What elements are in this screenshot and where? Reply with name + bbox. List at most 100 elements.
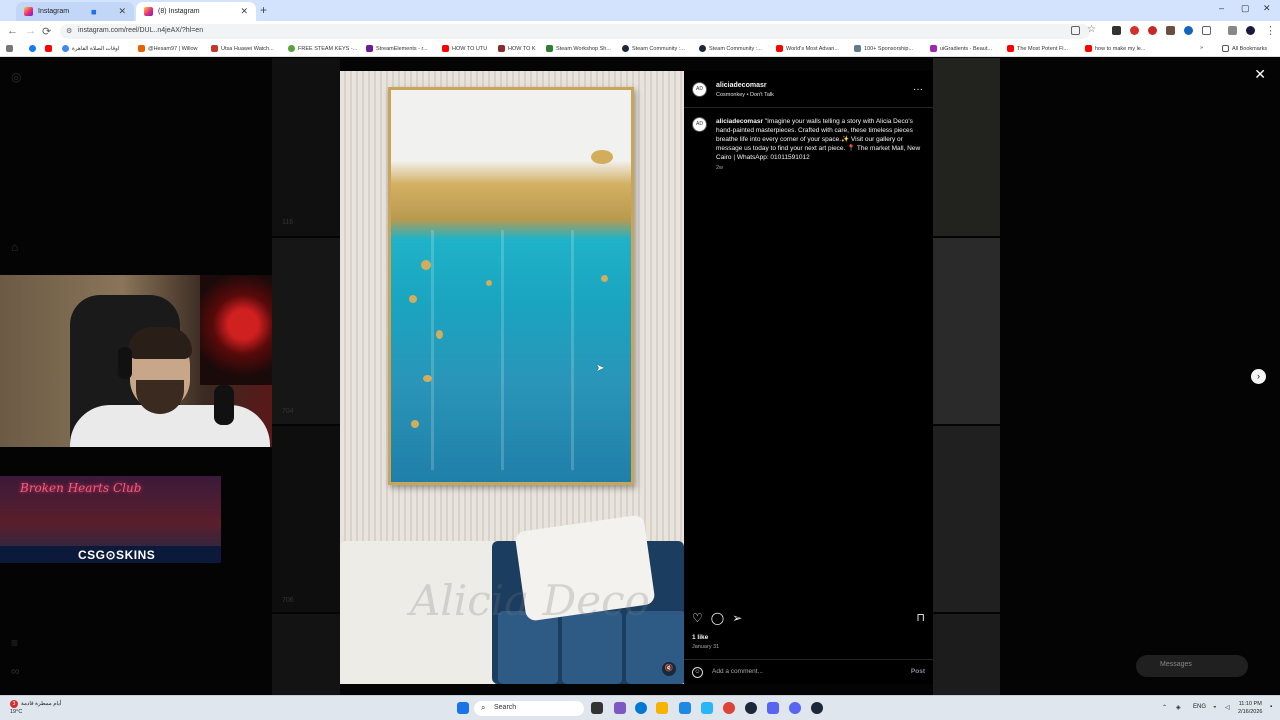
bookmark-favicon-icon [366, 45, 373, 52]
bookmark-youtube[interactable] [45, 45, 52, 52]
bookmark-label: Steam Workshop Sh... [556, 45, 611, 52]
bookmark-favicon-icon [930, 45, 937, 52]
menu-icon[interactable]: ⋮ [1265, 24, 1276, 37]
bookmark-item[interactable]: @Hesam97 | Willow [138, 45, 198, 52]
bookmark-item[interactable]: FREE STEAM KEYS -... [288, 45, 357, 52]
next-post-button[interactable]: › [1251, 369, 1266, 384]
browser-tab-bar: Instagram ◼ ✕ (8) Instagram ✕ + – ▢ ✕ [0, 0, 1280, 21]
tray-overflow-icon[interactable]: ⌃ [1162, 704, 1167, 711]
apps-icon[interactable] [6, 45, 13, 52]
bookmark-item[interactable]: Steam Workshop Sh... [546, 45, 611, 52]
bookmark-label: @Hesam97 | Willow [148, 45, 198, 52]
window-close-button[interactable]: ✕ [1263, 3, 1271, 14]
discord-icon[interactable] [789, 702, 801, 714]
weather-widget[interactable]: 3 أيام ممطرة قادمة 19°C [10, 700, 61, 716]
bookmark-item[interactable]: The Most Potent Fl... [1007, 45, 1068, 52]
bookmark-item[interactable]: how to make my le... [1085, 45, 1145, 52]
bookmark-item[interactable]: 100+ Sponsorship... [854, 45, 913, 52]
taskbar-search[interactable]: ⌕ Search [474, 701, 584, 716]
caption-username[interactable]: aliciadecomasr [716, 118, 763, 125]
profile-avatar[interactable] [1246, 26, 1255, 35]
reload-button[interactable]: ⟳ [42, 25, 51, 38]
steam-icon[interactable] [745, 702, 757, 714]
bookmark-item[interactable]: Utsa Huawei Watch... [211, 45, 274, 52]
taskbar-clock[interactable]: 11:10 PM 2/16/2026 [1238, 700, 1262, 716]
address-bar[interactable]: ⚙ instagram.com/reel/DUL..n4jeAX/?hl=en [60, 24, 1090, 39]
tab-search-icon[interactable] [1228, 26, 1237, 35]
bookmark-item[interactable]: Steam Community :... [622, 45, 685, 52]
task-view-icon[interactable] [591, 702, 603, 714]
extensions-puzzle-icon[interactable] [1202, 26, 1211, 35]
tab-close-icon[interactable]: ✕ [118, 6, 126, 17]
language-indicator[interactable]: ENG [1193, 704, 1206, 710]
extension-icon[interactable] [1184, 26, 1193, 35]
new-tab-button[interactable]: + [260, 3, 267, 17]
bookmark-item[interactable]: World's Most Advan... [776, 45, 839, 52]
all-bookmarks-button[interactable]: All Bookmarks [1222, 45, 1267, 52]
file-explorer-icon[interactable] [656, 702, 668, 714]
like-count[interactable]: 1 like [692, 634, 708, 641]
youtube-icon [776, 45, 783, 52]
bookmark-item[interactable]: StreamElements - r... [366, 45, 428, 52]
mute-icon[interactable]: 🔇 [662, 662, 676, 676]
site-info-icon[interactable]: ⚙ [66, 27, 72, 35]
bookmark-item[interactable]: HOW TO K [498, 45, 536, 52]
browser-tab-instagram[interactable]: Instagram ◼ ✕ [16, 2, 134, 21]
steam-icon [699, 45, 706, 52]
extension-icon[interactable] [1130, 26, 1139, 35]
browser-tab-instagram-active[interactable]: (8) Instagram ✕ [136, 2, 256, 21]
bookmark-item[interactable]: HOW TO UTU [442, 45, 487, 52]
bookmark-item[interactable]: اوقات الصلاة القاهرة [62, 45, 119, 52]
app-icon[interactable] [701, 702, 713, 714]
maximize-button[interactable]: ▢ [1241, 3, 1250, 14]
comment-input[interactable]: Add a comment... [712, 668, 763, 675]
browser-toolbar: ← → ⟳ ⚙ instagram.com/reel/DUL..n4jeAX/?… [0, 21, 1280, 42]
volume-icon[interactable]: ◁ [1225, 704, 1230, 711]
start-icon[interactable] [457, 702, 469, 714]
app-icon[interactable] [767, 702, 779, 714]
mouse-cursor-icon: ➤ [596, 363, 605, 374]
notification-icon[interactable]: ▪ [1270, 704, 1272, 710]
avatar[interactable]: AD [692, 82, 707, 97]
wifi-icon[interactable]: ◒ [1213, 704, 1217, 710]
forward-button[interactable]: → [25, 25, 36, 37]
network-icon[interactable]: ◈ [1176, 704, 1181, 711]
messages-button[interactable]: Messages [1136, 655, 1248, 677]
bookmark-label: Steam Community :... [709, 45, 762, 52]
bookmark-item[interactable]: Steam Community :... [699, 45, 762, 52]
bookmark-facebook[interactable] [29, 45, 36, 52]
store-icon[interactable] [679, 702, 691, 714]
back-button[interactable]: ← [7, 25, 18, 37]
close-icon[interactable]: ✕ [1254, 66, 1266, 83]
emoji-icon[interactable]: ☺ [692, 667, 703, 678]
youtube-icon [1085, 45, 1092, 52]
post-comment-button[interactable]: Post [911, 668, 925, 675]
weather-badge: 3 [10, 700, 18, 708]
weather-temp: 19°C [10, 709, 23, 715]
tab-close-icon[interactable]: ✕ [240, 6, 248, 17]
bookmark-icon[interactable]: ⊓ [916, 611, 925, 624]
bookmarks-overflow-icon[interactable]: » [1200, 45, 1203, 51]
heart-icon[interactable]: ♡ [692, 611, 703, 625]
reel-video[interactable]: Alicia Deco 🔇 ➤ [340, 71, 684, 684]
more-options-icon[interactable]: ··· [913, 84, 923, 95]
steam-icon[interactable] [811, 702, 823, 714]
tab-audio-icon[interactable]: ◼ [91, 8, 97, 16]
bookmark-favicon-icon [288, 45, 295, 52]
minimize-button[interactable]: – [1219, 3, 1224, 13]
app-icon[interactable] [614, 702, 626, 714]
edge-icon[interactable] [635, 702, 647, 714]
chrome-icon[interactable] [723, 702, 735, 714]
extension-icon[interactable] [1112, 26, 1121, 35]
install-icon[interactable] [1071, 26, 1080, 35]
star-icon[interactable]: ☆ [1087, 24, 1096, 35]
post-username[interactable]: aliciadecomasr [716, 82, 767, 89]
comment-icon[interactable]: ◯ [711, 611, 724, 625]
audio-label[interactable]: Cosmonkey • Don't Talk [716, 92, 774, 98]
bookmark-item[interactable]: uiGradients - Beaut... [930, 45, 992, 52]
avatar[interactable]: AD [692, 117, 707, 132]
extension-icon[interactable] [1166, 26, 1175, 35]
extension-icon[interactable] [1148, 26, 1157, 35]
bookmarks-bar: اوقات الصلاة القاهرة @Hesam97 | Willow U… [0, 42, 1280, 57]
share-icon[interactable]: ➢ [732, 611, 742, 625]
